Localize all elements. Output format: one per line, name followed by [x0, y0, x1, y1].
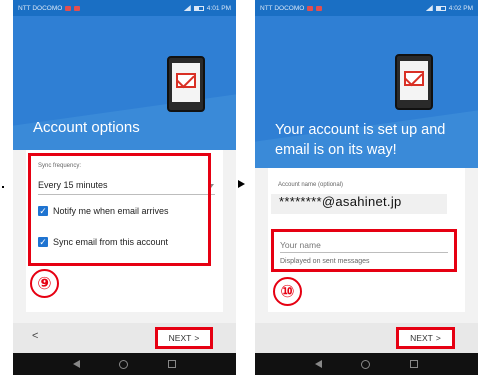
- battery-icon: [435, 5, 446, 11]
- header-banner: Your account is set up and email is on i…: [255, 16, 478, 168]
- account-name-input[interactable]: ********@asahinet.jp: [279, 194, 402, 209]
- nav-back-icon[interactable]: [314, 360, 322, 368]
- nav-home-icon[interactable]: [119, 359, 129, 369]
- your-name-helper: Displayed on sent messages: [280, 258, 370, 265]
- highlight-frame: [28, 153, 211, 266]
- step-badge-10: ⑩: [273, 277, 302, 306]
- gmail-icon: [404, 71, 424, 86]
- left-edge-dot: [2, 186, 4, 188]
- status-bar: NTT DOCOMO 4:01 PM: [13, 0, 236, 16]
- back-button[interactable]: <: [32, 330, 38, 342]
- phone-mail-icon: [395, 54, 433, 110]
- signal-icon: [425, 5, 433, 11]
- chevron-right-icon: >: [435, 333, 441, 343]
- carrier-name: NTT DOCOMO: [260, 4, 305, 12]
- next-label: NEXT: [168, 333, 192, 343]
- nav-recent-icon[interactable]: [168, 360, 177, 368]
- notification-icon: [307, 5, 314, 11]
- your-name-input[interactable]: Your name: [280, 240, 321, 250]
- step-badge-9: ⑨: [30, 269, 59, 298]
- phone-screen-account-setup: NTT DOCOMO 4:02 PM Your account is set u…: [255, 0, 478, 375]
- notification-icon: [74, 5, 81, 11]
- battery-icon: [193, 5, 204, 11]
- gmail-icon: [176, 73, 196, 88]
- status-time: 4:01 PM: [206, 4, 231, 12]
- system-nav-bar: [13, 353, 236, 375]
- highlight-frame: [271, 229, 457, 272]
- notification-icon: [316, 5, 323, 11]
- signal-icon: [183, 5, 191, 11]
- phone-mail-icon: [167, 56, 205, 112]
- page-title: Your account is set up and email is on i…: [275, 122, 446, 158]
- arrow-right-icon: [238, 180, 245, 188]
- status-time: 4:02 PM: [448, 4, 473, 12]
- chevron-right-icon: >: [194, 333, 200, 343]
- account-name-label: Account name (optional): [278, 182, 344, 188]
- header-banner: Account options: [13, 16, 236, 150]
- screenshot-root: NTT DOCOMO 4:01 PM Account options Sync …: [0, 0, 480, 375]
- nav-recent-icon[interactable]: [410, 360, 419, 368]
- next-button[interactable]: NEXT >: [155, 327, 213, 349]
- system-nav-bar: [255, 353, 478, 375]
- notification-icon: [65, 5, 72, 11]
- phone-screen-account-options: NTT DOCOMO 4:01 PM Account options Sync …: [13, 0, 236, 375]
- page-title: Account options: [33, 119, 140, 136]
- nav-back-icon[interactable]: [72, 360, 80, 368]
- carrier-name: NTT DOCOMO: [18, 4, 63, 12]
- nav-home-icon[interactable]: [361, 359, 371, 369]
- next-button[interactable]: NEXT >: [396, 327, 455, 349]
- status-bar: NTT DOCOMO 4:02 PM: [255, 0, 478, 16]
- next-label: NEXT: [410, 333, 433, 343]
